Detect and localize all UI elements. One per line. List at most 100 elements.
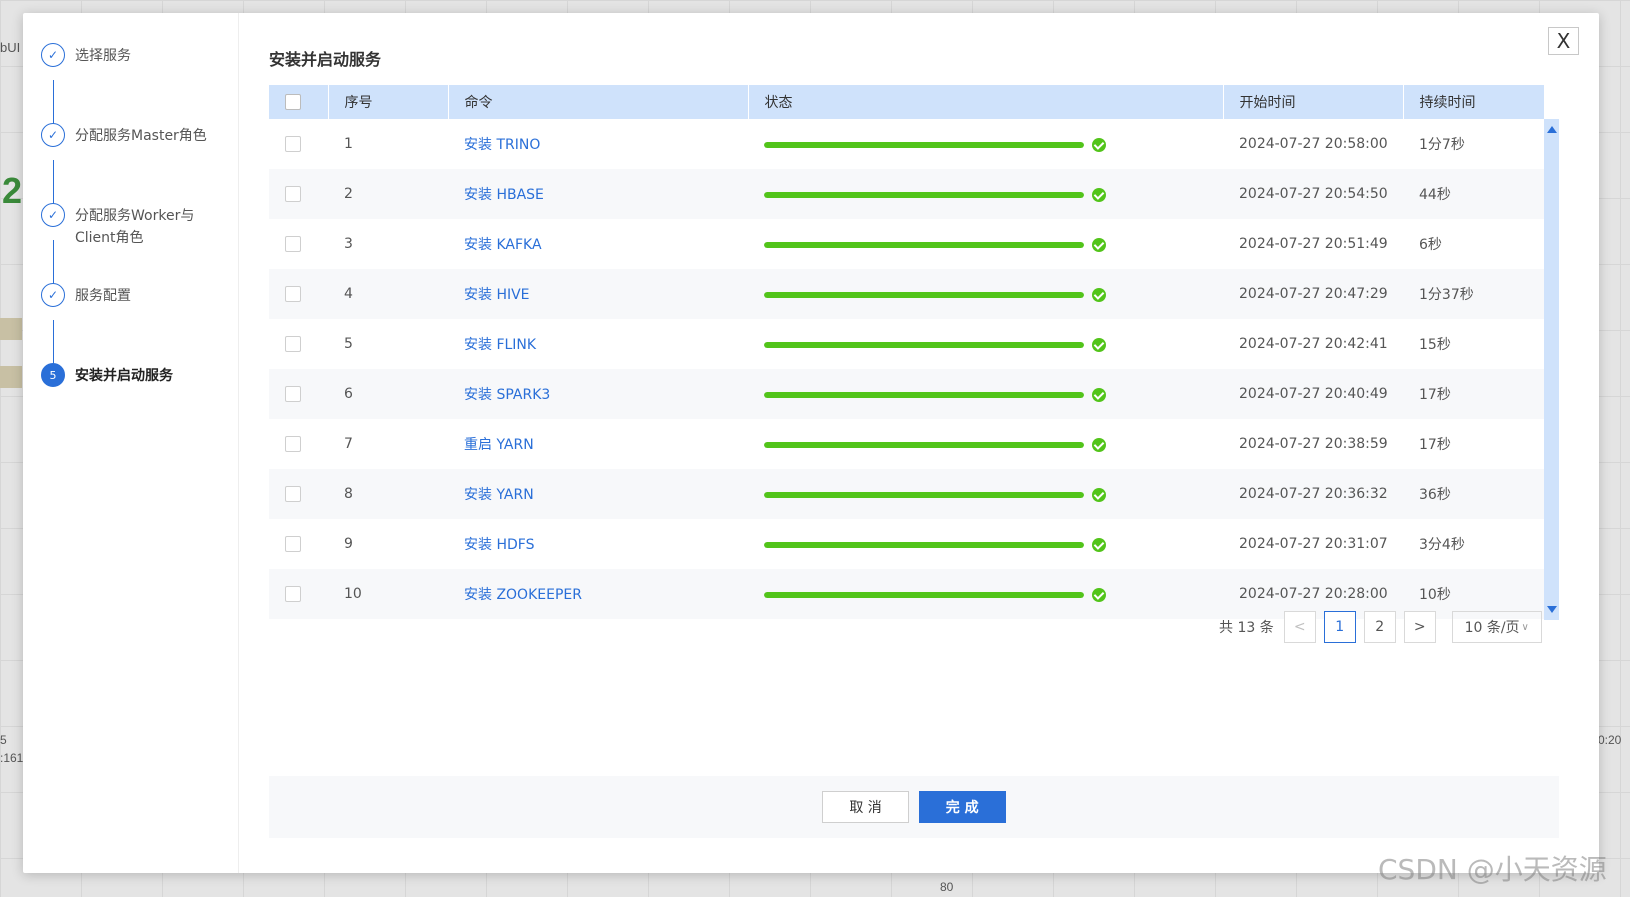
row-select-cell <box>269 469 328 519</box>
chevron-down-icon: ∨ <box>1521 621 1529 633</box>
step-number: 5 <box>41 363 65 387</box>
row-command: 安装 HBASE <box>448 169 748 219</box>
progress <box>764 188 1106 202</box>
progress-fill <box>764 592 1084 598</box>
progress <box>764 138 1106 152</box>
progress-fill <box>764 542 1084 548</box>
row-command: 安装 SPARK3 <box>448 369 748 419</box>
row-index: 10 <box>344 586 362 602</box>
row-duration: 6秒 <box>1419 237 1442 253</box>
command-link[interactable]: 安装 YARN <box>464 487 534 503</box>
page-button-1[interactable]: 1 <box>1323 611 1356 643</box>
success-check-icon <box>1092 238 1106 252</box>
bg-fragment-axis-1: 5 <box>0 733 7 747</box>
row-start-time: 2024-07-27 20:47:29 <box>1239 286 1388 302</box>
progress <box>764 488 1106 502</box>
row-duration: 44秒 <box>1419 187 1451 203</box>
row-command: 安装 ZOOKEEPER <box>448 569 748 619</box>
row-checkbox[interactable] <box>285 586 301 602</box>
progress-fill <box>764 442 1084 448</box>
bg-bar-1 <box>0 318 22 340</box>
progress <box>764 238 1106 252</box>
row-command: 重启 YARN <box>448 419 748 469</box>
bg-bar-2 <box>0 366 22 388</box>
scroll-up-icon[interactable] <box>1547 126 1557 133</box>
table-row: 2 安装 HBASE 2024-07-27 20:54:50 44秒 <box>269 169 1544 219</box>
row-command: 安装 KAFKA <box>448 219 748 269</box>
command-link[interactable]: 安装 HIVE <box>464 287 530 303</box>
row-status <box>748 319 1223 369</box>
progress-fill <box>764 492 1084 498</box>
row-status <box>748 369 1223 419</box>
command-link[interactable]: 安装 HBASE <box>464 187 544 203</box>
step-label: 安装并启动服务 <box>75 368 173 384</box>
table-scrollbar[interactable] <box>1544 119 1559 620</box>
row-start-time: 2024-07-27 20:38:59 <box>1239 436 1388 452</box>
row-checkbox[interactable] <box>285 336 301 352</box>
success-check-icon <box>1092 588 1106 602</box>
progress-track <box>764 492 1084 498</box>
row-select-cell <box>269 519 328 569</box>
column-header-index: 序号 <box>328 85 449 119</box>
column-header-status: 状态 <box>748 85 1224 119</box>
pagination: 共 13 条 < 1 2 > 10 条/页 ∨ <box>1219 611 1542 643</box>
page-size-value: 10 条/页 <box>1464 620 1520 636</box>
row-checkbox[interactable] <box>285 486 301 502</box>
row-duration: 17秒 <box>1419 437 1451 453</box>
row-checkbox[interactable] <box>285 186 301 202</box>
command-link[interactable]: 安装 TRINO <box>464 137 540 153</box>
finish-button[interactable]: 完 成 <box>918 791 1006 823</box>
cancel-button[interactable]: 取 消 <box>822 791 909 823</box>
command-link[interactable]: 安装 FLINK <box>464 337 536 353</box>
select-all-checkbox[interactable] <box>285 94 301 110</box>
row-checkbox[interactable] <box>285 436 301 452</box>
row-checkbox[interactable] <box>285 136 301 152</box>
page-button-2[interactable]: 2 <box>1363 611 1396 643</box>
column-header-duration: 持续时间 <box>1403 85 1545 119</box>
pagination-total: 共 13 条 <box>1219 620 1274 636</box>
check-icon: ✓ <box>41 283 65 307</box>
table-row: 8 安装 YARN 2024-07-27 20:36:32 36秒 <box>269 469 1544 519</box>
table-row: 7 重启 YARN 2024-07-27 20:38:59 17秒 <box>269 419 1544 469</box>
bg-fragment-top-left: bUI <box>0 40 21 55</box>
row-start-time: 2024-07-27 20:31:07 <box>1239 536 1388 552</box>
success-check-icon <box>1092 438 1106 452</box>
row-status <box>748 419 1223 469</box>
command-link[interactable]: 重启 YARN <box>464 437 534 453</box>
row-index: 9 <box>344 536 353 552</box>
check-icon: ✓ <box>41 203 65 227</box>
step-label: 分配服务Worker与Client角色 <box>75 208 195 246</box>
row-index: 5 <box>344 336 353 352</box>
row-duration: 1分7秒 <box>1419 137 1465 153</box>
row-select-cell <box>269 419 328 469</box>
command-link[interactable]: 安装 SPARK3 <box>464 387 550 403</box>
row-checkbox[interactable] <box>285 286 301 302</box>
chevron-right-icon: > <box>1413 619 1426 635</box>
wizard-steps: ✓ 选择服务 ✓ 分配服务Master角色 ✓ 分配服务Worker与Clien… <box>23 13 239 873</box>
command-link[interactable]: 安装 ZOOKEEPER <box>464 587 582 603</box>
success-check-icon <box>1092 138 1106 152</box>
row-checkbox[interactable] <box>285 536 301 552</box>
progress-track <box>764 392 1084 398</box>
step-label: 服务配置 <box>75 288 131 304</box>
scroll-down-icon[interactable] <box>1547 606 1557 613</box>
command-link[interactable]: 安装 KAFKA <box>464 237 542 253</box>
row-duration: 3分4秒 <box>1419 537 1465 553</box>
progress-fill <box>764 142 1084 148</box>
column-header-command: 命令 <box>448 85 749 119</box>
modal-footer: 取 消 完 成 <box>269 776 1559 838</box>
command-link[interactable]: 安装 HDFS <box>464 537 534 553</box>
prev-page-button[interactable]: < <box>1283 611 1316 643</box>
row-index: 6 <box>344 386 353 402</box>
table-body: 1 安装 TRINO 2024-07-27 20:58:00 1分7秒 2 安装… <box>269 119 1544 619</box>
row-start-time: 2024-07-27 20:36:32 <box>1239 486 1388 502</box>
next-page-button[interactable]: > <box>1403 611 1436 643</box>
table-row: 4 安装 HIVE 2024-07-27 20:47:29 1分37秒 <box>269 269 1544 319</box>
success-check-icon <box>1092 388 1106 402</box>
page-size-select[interactable]: 10 条/页 ∨ <box>1451 611 1542 643</box>
row-duration: 1分37秒 <box>1419 287 1474 303</box>
check-icon: ✓ <box>41 123 65 147</box>
row-checkbox[interactable] <box>285 236 301 252</box>
table-row: 1 安装 TRINO 2024-07-27 20:58:00 1分7秒 <box>269 119 1544 169</box>
row-checkbox[interactable] <box>285 386 301 402</box>
